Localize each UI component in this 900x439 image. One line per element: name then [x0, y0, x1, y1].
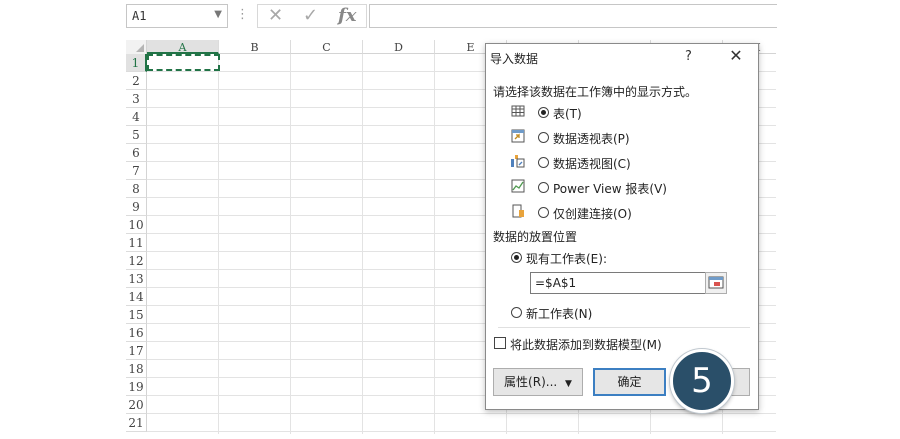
radio-table[interactable]: [538, 107, 549, 118]
row-header-11[interactable]: 11: [126, 234, 147, 252]
collapse-dialog-button[interactable]: [705, 272, 727, 294]
option-table-label: 表(T): [553, 107, 582, 121]
row-header-8[interactable]: 8: [126, 180, 147, 198]
formula-input[interactable]: [369, 4, 777, 28]
row-header-7[interactable]: 7: [126, 162, 147, 180]
location-section-label: 数据的放置位置: [493, 230, 578, 244]
radio-connection-only[interactable]: [538, 207, 549, 218]
power-view-icon: [511, 179, 525, 193]
option-existing-sheet[interactable]: 现有工作表(E):: [511, 249, 711, 267]
row-header-14[interactable]: 14: [126, 288, 147, 306]
option-power-view[interactable]: Power View 报表(V): [511, 179, 731, 197]
radio-pivot-table[interactable]: [538, 132, 549, 143]
enter-icon[interactable]: ✓: [303, 5, 318, 27]
option-pivot-table[interactable]: 数据透视表(P): [511, 129, 711, 147]
ok-button[interactable]: 确定: [593, 368, 666, 396]
row-header-13[interactable]: 13: [126, 270, 147, 288]
pivot-table-icon: [511, 129, 525, 143]
row-header-1[interactable]: 1: [126, 54, 147, 72]
column-header-d[interactable]: D: [363, 40, 435, 54]
gridline-horizontal: [147, 413, 776, 414]
cancel-icon[interactable]: ✕: [268, 5, 283, 27]
row-header-6[interactable]: 6: [126, 144, 147, 162]
select-all-corner[interactable]: [126, 40, 147, 55]
row-header-2[interactable]: 2: [126, 72, 147, 90]
divider: [498, 327, 750, 328]
option-power-view-label: Power View 报表(V): [553, 182, 667, 196]
row-header-9[interactable]: 9: [126, 198, 147, 216]
row-header-19[interactable]: 19: [126, 378, 147, 396]
properties-button-label: 属性(R)...: [504, 375, 558, 389]
formula-bar: A1 ▼ ⋮ ✕ ✓ fx: [126, 4, 777, 28]
formula-buttons: ✕ ✓ fx: [257, 4, 367, 28]
name-box-value: A1: [132, 9, 147, 23]
range-select-icon: [708, 276, 724, 289]
row-header-17[interactable]: 17: [126, 342, 147, 360]
range-input[interactable]: =$A$1: [530, 272, 726, 294]
name-box[interactable]: A1 ▼: [126, 4, 228, 28]
data-model-checkbox[interactable]: [494, 337, 506, 349]
row-header-18[interactable]: 18: [126, 360, 147, 378]
row-header-12[interactable]: 12: [126, 252, 147, 270]
dialog-prompt: 请选择该数据在工作簿中的显示方式。: [493, 85, 698, 99]
option-connection-only-label: 仅创建连接(O): [553, 207, 632, 221]
radio-pivot-chart[interactable]: [538, 157, 549, 168]
range-input-value: =$A$1: [535, 276, 577, 290]
row-header-10[interactable]: 10: [126, 216, 147, 234]
chevron-down-icon[interactable]: ▼: [214, 9, 222, 20]
option-new-sheet[interactable]: 新工作表(N): [511, 304, 711, 322]
row-header-20[interactable]: 20: [126, 396, 147, 414]
column-header-b[interactable]: B: [219, 40, 291, 54]
option-connection-only[interactable]: 仅创建连接(O): [511, 204, 711, 222]
column-header-c[interactable]: C: [291, 40, 363, 54]
insert-function-icon[interactable]: fx: [338, 5, 356, 27]
gridline-horizontal: [147, 431, 776, 432]
row-header-21[interactable]: 21: [126, 414, 147, 432]
existing-sheet-label: 现有工作表(E):: [526, 252, 607, 266]
radio-new-sheet[interactable]: [511, 307, 522, 318]
row-header-16[interactable]: 16: [126, 324, 147, 342]
row-header-15[interactable]: 15: [126, 306, 147, 324]
step-number-badge: 5: [670, 349, 734, 413]
connection-icon: [512, 204, 524, 218]
help-button[interactable]: ?: [685, 49, 692, 64]
option-pivot-chart[interactable]: 数据透视图(C): [511, 154, 711, 172]
column-header-a[interactable]: A: [147, 40, 219, 54]
pivot-chart-icon: [511, 155, 525, 168]
option-pivot-chart-label: 数据透视图(C): [553, 157, 631, 171]
chevron-down-icon: ▼: [565, 379, 572, 389]
data-model-label: 将此数据添加到数据模型(M): [510, 338, 662, 352]
option-pivot-table-label: 数据透视表(P): [553, 132, 630, 146]
row-header-4[interactable]: 4: [126, 108, 147, 126]
dialog-title: 导入数据: [490, 52, 539, 66]
radio-power-view[interactable]: [538, 182, 549, 193]
row-header-5[interactable]: 5: [126, 126, 147, 144]
active-cell-marquee[interactable]: [147, 54, 220, 71]
close-icon[interactable]: ✕: [726, 46, 746, 66]
radio-existing-sheet[interactable]: [511, 252, 522, 263]
table-icon: [511, 105, 525, 117]
properties-button[interactable]: 属性(R)... ▼: [493, 368, 583, 396]
new-sheet-label: 新工作表(N): [526, 307, 593, 321]
option-table[interactable]: 表(T): [511, 104, 711, 122]
row-header-3[interactable]: 3: [126, 90, 147, 108]
vertical-dots-icon: ⋮: [236, 7, 249, 22]
